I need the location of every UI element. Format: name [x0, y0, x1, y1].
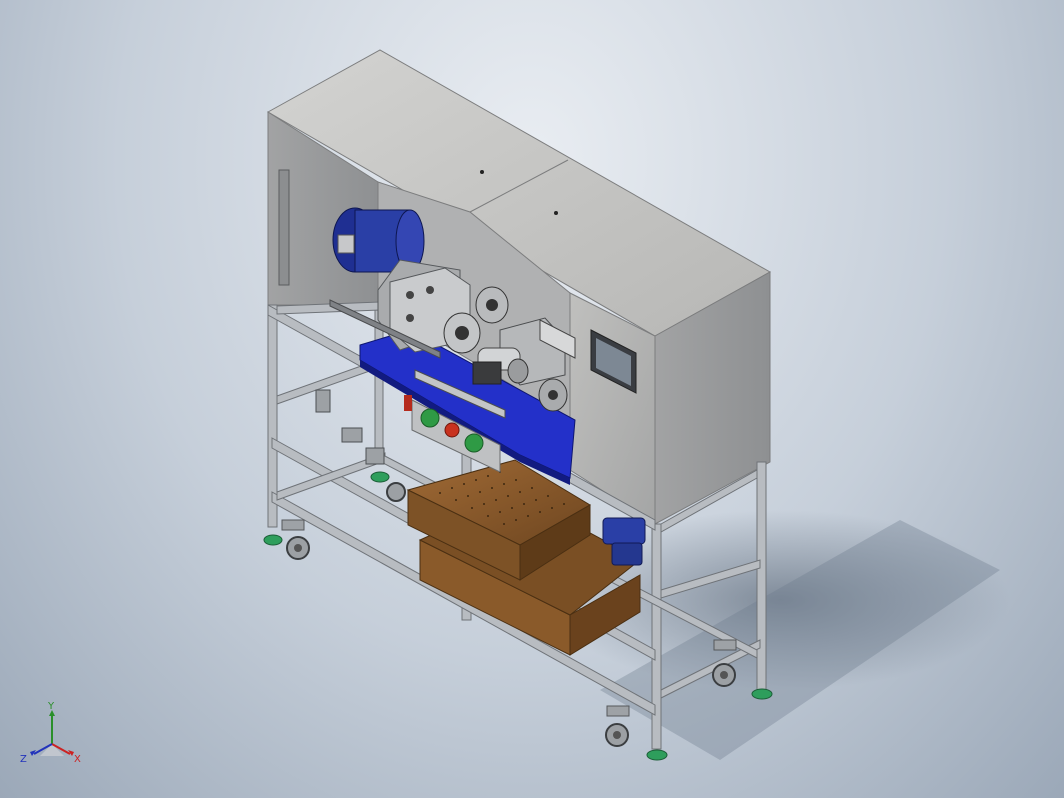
top-hole-1 [480, 170, 484, 174]
foot-pad-back-left [370, 471, 390, 483]
triad-y-label: Y [47, 701, 55, 712]
green-button-left[interactable] [420, 408, 440, 428]
graphics-viewport[interactable]: Y Z X [0, 0, 1064, 798]
top-hole-2 [554, 211, 558, 215]
red-button[interactable] [444, 422, 460, 438]
emergency-stop[interactable] [404, 395, 412, 411]
frame-leg-front-right [651, 523, 662, 750]
triad-z-label: Z [20, 754, 27, 765]
machine-model[interactable] [0, 0, 1064, 798]
green-button-right[interactable] [464, 433, 484, 453]
foot-pad-back-right [751, 688, 773, 700]
caster-front-right [605, 705, 630, 747]
left-panel-handle [278, 169, 290, 286]
triad-icon: Y Z X [20, 701, 81, 765]
triad-x-label: X [74, 754, 81, 765]
foot-pad-front-left [263, 534, 283, 546]
foot-pad-front-right [646, 749, 668, 761]
caster-front-left [281, 519, 310, 560]
frame-leg-back-right [756, 461, 767, 693]
clamp-fixtures [315, 389, 385, 465]
caster-back-left [386, 482, 406, 502]
